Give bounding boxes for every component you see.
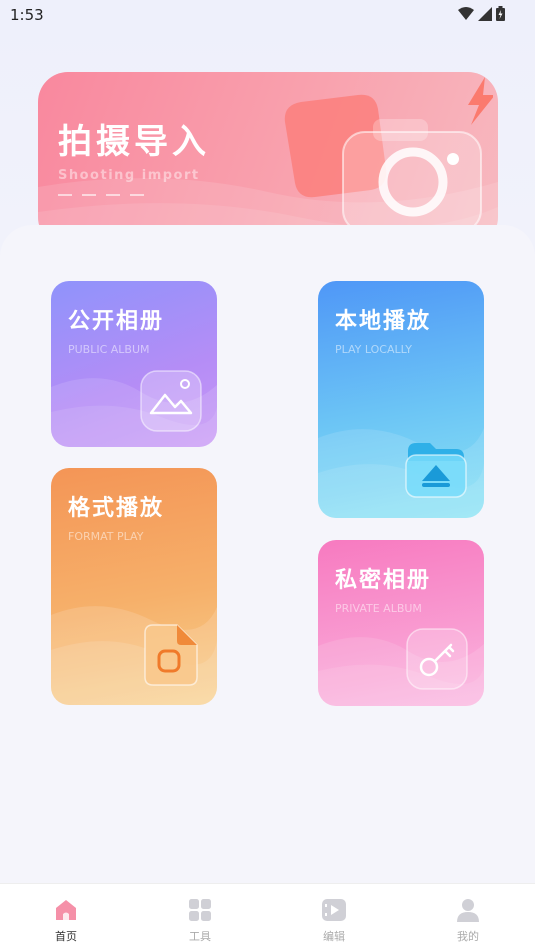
user-icon xyxy=(457,899,479,922)
banner-subtitle: Shooting import xyxy=(58,168,200,183)
signal-icon xyxy=(478,6,492,21)
wifi-icon xyxy=(458,6,474,20)
format-play-title: 格式播放 xyxy=(68,496,165,521)
play-locally-card[interactable]: 本地播放 PLAY LOCALLY xyxy=(318,281,484,518)
shooting-import-banner[interactable]: 拍摄导入 Shooting import xyxy=(38,72,498,247)
status-bar: 1:53 xyxy=(0,0,535,32)
file-icon xyxy=(144,624,198,686)
home-icon xyxy=(56,900,76,920)
nav-mine[interactable]: 我的 xyxy=(438,898,498,944)
private-album-card[interactable]: 私密相册 PRIVATE ALBUM xyxy=(318,540,484,706)
private-album-subtitle: PRIVATE ALBUM xyxy=(335,602,422,615)
nav-mine-label: 我的 xyxy=(457,930,479,943)
status-time: 1:53 xyxy=(10,6,44,24)
nav-tools[interactable]: 工具 xyxy=(170,898,230,944)
private-album-title: 私密相册 xyxy=(335,568,432,593)
nav-edit-label: 编辑 xyxy=(323,930,345,943)
battery-icon xyxy=(496,6,505,21)
public-album-card[interactable]: 公开相册 PUBLIC ALBUM xyxy=(51,281,217,447)
camera-icon xyxy=(284,77,493,233)
folder-upload-icon xyxy=(405,443,467,498)
nav-home-label: 首页 xyxy=(55,930,77,943)
public-album-title: 公开相册 xyxy=(68,309,165,334)
grid-icon xyxy=(189,899,211,921)
key-icon xyxy=(406,628,468,690)
bottom-nav: 首页 工具 编辑 我的 xyxy=(0,883,535,952)
play-locally-subtitle: PLAY LOCALLY xyxy=(335,343,413,356)
public-album-subtitle: PUBLIC ALBUM xyxy=(68,343,150,356)
status-icons xyxy=(458,6,505,21)
video-edit-icon xyxy=(322,899,346,921)
banner-divider xyxy=(58,194,154,196)
nav-home[interactable]: 首页 xyxy=(36,898,96,944)
format-play-subtitle: FORMAT PLAY xyxy=(68,530,144,543)
banner-title: 拍摄导入 xyxy=(58,122,210,162)
format-play-card[interactable]: 格式播放 FORMAT PLAY xyxy=(51,468,217,705)
play-locally-title: 本地播放 xyxy=(335,309,432,334)
nav-tools-label: 工具 xyxy=(189,930,211,943)
image-icon xyxy=(140,370,202,432)
nav-edit[interactable]: 编辑 xyxy=(304,898,364,944)
